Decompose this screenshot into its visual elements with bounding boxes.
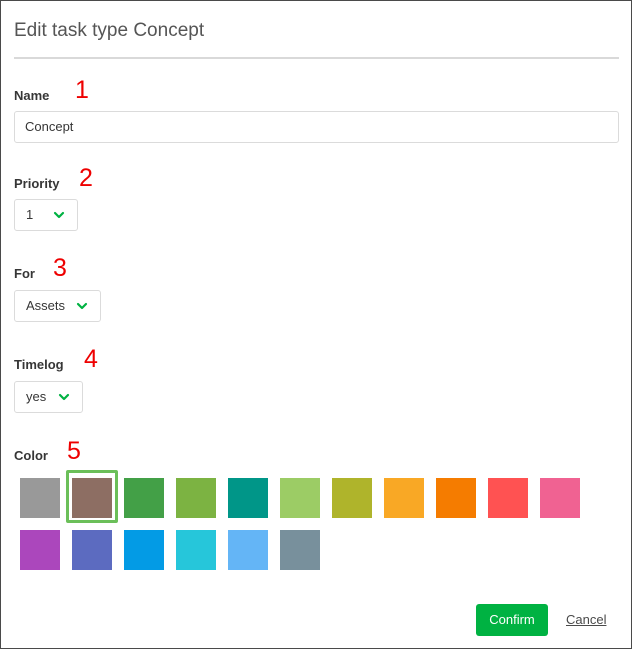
dialog-title: Edit task type Concept <box>14 20 205 41</box>
color-swatch[interactable] <box>540 478 580 518</box>
timelog-value: yes <box>26 389 47 404</box>
annotation-3: 3 <box>53 254 67 282</box>
chevron-down-icon <box>76 302 88 310</box>
name-input[interactable]: Concept <box>14 111 619 143</box>
color-swatch[interactable] <box>488 478 528 518</box>
color-swatch[interactable] <box>124 478 164 518</box>
color-swatch[interactable] <box>228 530 268 570</box>
color-swatch[interactable] <box>228 478 268 518</box>
annotation-2: 2 <box>79 164 93 192</box>
color-swatch[interactable] <box>20 530 60 570</box>
color-swatch[interactable] <box>436 478 476 518</box>
for-value: Assets <box>26 298 66 313</box>
color-label: Color <box>14 448 48 463</box>
chevron-down-icon <box>53 211 65 219</box>
color-swatch[interactable] <box>124 530 164 570</box>
for-label: For <box>14 266 35 281</box>
annotation-4: 4 <box>84 345 98 373</box>
color-swatch[interactable] <box>176 478 216 518</box>
annotation-5: 5 <box>67 437 81 465</box>
edit-task-type-dialog: Edit task type Concept Name 1 Concept Pr… <box>0 0 632 649</box>
title-divider <box>14 57 619 59</box>
color-swatch[interactable] <box>72 478 112 518</box>
cancel-link[interactable]: Cancel <box>566 612 606 627</box>
color-swatch[interactable] <box>384 478 424 518</box>
priority-label: Priority <box>14 176 60 191</box>
chevron-down-icon <box>58 393 70 401</box>
name-label: Name <box>14 88 50 103</box>
color-swatch[interactable] <box>72 530 112 570</box>
annotation-1: 1 <box>75 76 89 104</box>
color-swatch[interactable] <box>20 478 60 518</box>
timelog-select[interactable]: yes <box>14 381 83 413</box>
confirm-button[interactable]: Confirm <box>476 604 548 636</box>
color-swatch[interactable] <box>280 530 320 570</box>
for-select[interactable]: Assets <box>14 290 101 322</box>
priority-select[interactable]: 1 <box>14 199 78 231</box>
color-swatch[interactable] <box>176 530 216 570</box>
timelog-label: Timelog <box>14 357 64 372</box>
color-swatch[interactable] <box>332 478 372 518</box>
priority-value: 1 <box>26 207 34 222</box>
color-swatch[interactable] <box>280 478 320 518</box>
